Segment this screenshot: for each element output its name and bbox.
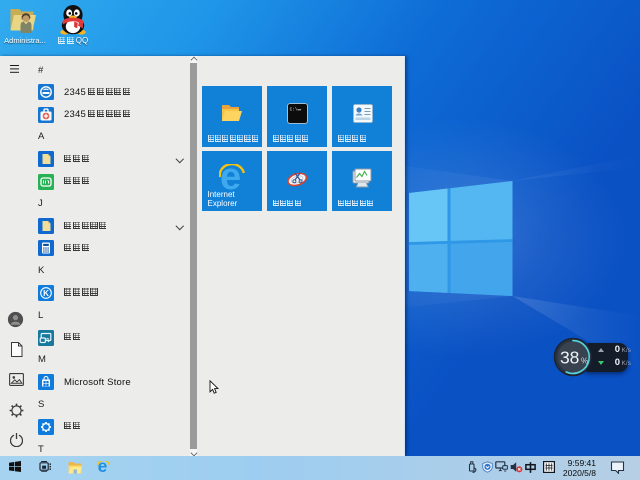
svg-text:38: 38	[560, 347, 579, 367]
svg-text:C:\: C:\	[290, 108, 298, 113]
svg-text:%: %	[581, 356, 588, 365]
svg-text:K: K	[43, 289, 49, 298]
